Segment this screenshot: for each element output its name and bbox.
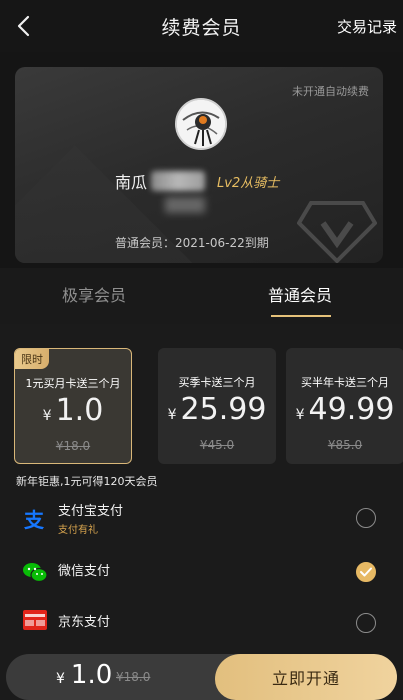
package-price: ¥49.99: [286, 392, 403, 427]
wechat-radio-checked[interactable]: [356, 562, 376, 582]
currency-symbol: ¥: [42, 408, 52, 424]
auto-renew-status[interactable]: 未开通自动续费: [292, 83, 369, 99]
member-card: 未开通自动续费 南瓜 Lv2从骑士 普通会员：2021-06-22到期: [15, 67, 383, 263]
package-price: ¥1.0: [15, 393, 131, 428]
expiry-date: 普通会员：2021-06-22到期: [115, 236, 269, 250]
wechat-pay-icon: [22, 559, 48, 585]
payment-name: 微信支付: [58, 564, 111, 579]
username-row: 南瓜 Lv2从骑士: [115, 169, 279, 193]
payment-option-jd[interactable]: 京东支付: [0, 600, 403, 656]
subscribe-now-button[interactable]: 立即开通: [215, 654, 397, 700]
total-original-price: ¥18.0: [116, 670, 151, 684]
svg-text:支: 支: [24, 508, 45, 532]
back-button[interactable]: [8, 10, 38, 42]
package-name: 买季卡送三个月: [178, 376, 256, 389]
original-price: ¥18.0: [55, 439, 91, 453]
check-icon: [360, 567, 372, 577]
package-card-half-year[interactable]: 买半年卡送三个月 ¥49.99 ¥85.0: [286, 348, 403, 464]
vip-diamond-icon: [297, 201, 377, 263]
payment-option-alipay[interactable]: 支 支付宝支付 支付有礼: [0, 492, 403, 548]
promo-text: 新年钜惠,1元可得120天会员: [16, 475, 158, 488]
payment-option-wechat[interactable]: 微信支付: [0, 546, 403, 602]
tab-premium[interactable]: 极享会员: [62, 282, 126, 306]
package-name: 买半年卡送三个月: [301, 376, 389, 389]
payment-name: 京东支付: [58, 615, 111, 630]
member-card-section: 未开通自动续费 南瓜 Lv2从骑士 普通会员：2021-06-22到期: [0, 52, 403, 268]
alipay-radio[interactable]: [356, 508, 376, 528]
membership-tabs: 极享会员 普通会员: [0, 268, 403, 324]
tab-regular[interactable]: 普通会员: [268, 282, 332, 306]
username: 南瓜: [115, 173, 148, 192]
currency-symbol: ¥: [167, 407, 177, 423]
package-section: 限时 1元买月卡送三个月 ¥1.0 ¥18.0 买季卡送三个月 ¥25.99 ¥…: [0, 324, 403, 700]
package-card-quarterly[interactable]: 买季卡送三个月 ¥25.99 ¥45.0: [158, 348, 276, 464]
member-level: Lv2从骑士: [217, 175, 280, 191]
transactions-link[interactable]: 交易记录: [337, 16, 397, 37]
limited-time-badge: 限时: [15, 349, 49, 369]
price-value: 1.0: [55, 393, 104, 428]
redacted-name: [151, 171, 206, 191]
page-title: 续费会员: [161, 16, 242, 39]
alipay-icon: 支: [22, 506, 48, 532]
package-price: ¥25.99: [158, 392, 276, 427]
total-price-value: 1.0: [70, 660, 113, 690]
top-bar: 续费会员 交易记录: [0, 0, 403, 52]
jd-radio[interactable]: [356, 613, 376, 633]
price-value: 49.99: [308, 392, 395, 427]
price-value: 25.99: [180, 392, 267, 427]
purchase-bar: ¥1.0 ¥18.0 立即开通: [6, 654, 397, 700]
active-tab-indicator: [271, 315, 331, 317]
avatar: [175, 98, 227, 150]
total-price: ¥1.0: [56, 660, 112, 690]
original-price: ¥45.0: [199, 438, 235, 452]
package-name: 1元买月卡送三个月: [25, 377, 121, 390]
chevron-left-icon: [17, 15, 30, 37]
currency-symbol: ¥: [295, 407, 305, 423]
redacted-mark: [165, 197, 205, 213]
original-price: ¥85.0: [327, 438, 363, 452]
payment-name: 支付宝支付: [58, 504, 124, 519]
currency-symbol: ¥: [56, 671, 65, 687]
package-card-monthly[interactable]: 限时 1元买月卡送三个月 ¥1.0 ¥18.0: [14, 348, 132, 464]
jd-pay-icon: [22, 607, 48, 633]
payment-promo: 支付有礼: [58, 525, 98, 536]
